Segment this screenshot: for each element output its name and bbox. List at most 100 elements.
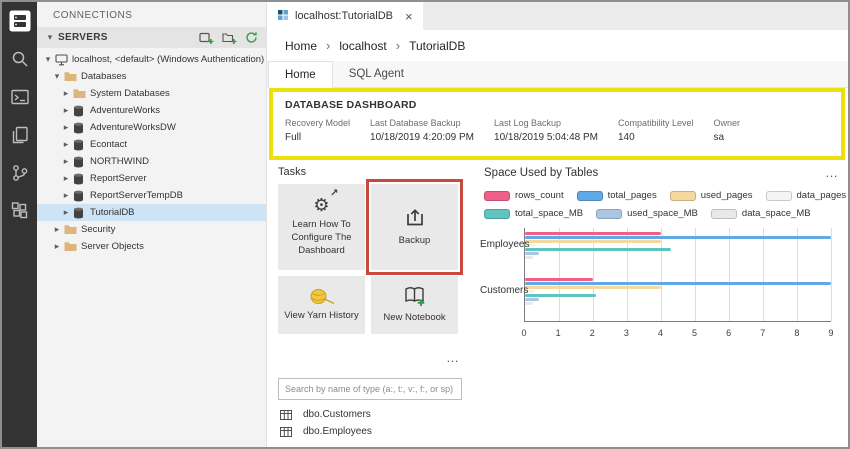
field-label: Last Database Backup	[370, 118, 474, 128]
list-item-dbo-customers[interactable]: dbo.Customers	[278, 406, 462, 423]
task-label: Backup	[399, 235, 431, 248]
folder-icon	[73, 88, 90, 99]
chevron-right-icon[interactable]: ▸	[61, 122, 71, 133]
list-item-dbo-employees[interactable]: dbo.Employees	[278, 423, 462, 440]
bar-total-space-mb	[525, 248, 671, 251]
dashboard-icon	[277, 9, 289, 24]
ellipsis-menu-icon[interactable]: …	[446, 350, 460, 365]
search-icon[interactable]	[2, 40, 37, 78]
object-list: dbo.Customersdbo.Employees	[278, 406, 462, 440]
close-icon[interactable]: ×	[405, 10, 413, 23]
tree-item-label: AdventureWorksDW	[90, 122, 176, 133]
task-view-yarn-history[interactable]: View Yarn History	[278, 276, 365, 334]
legend-used-space-mb: used_space_MB	[596, 208, 698, 219]
bar-rows-count	[525, 278, 593, 281]
task-backup[interactable]: Backup	[371, 184, 458, 270]
dashboard-field-last-database-backup: Last Database Backup 10/18/2019 4:20:09 P…	[370, 118, 474, 143]
tree-item-label: Security	[81, 224, 115, 235]
legend-swatch	[596, 209, 622, 219]
x-tick: 3	[624, 328, 629, 338]
x-tick: 4	[658, 328, 663, 338]
chevron-right-icon[interactable]: ▸	[61, 173, 71, 184]
tree-item-label: localhost, <default> (Windows Authentica…	[72, 54, 264, 65]
tree-item-localhost-default-windows-authentication[interactable]: ▾ localhost, <default> (Windows Authentic…	[37, 51, 266, 68]
tree-item-adventureworks[interactable]: ▸ AdventureWorks	[37, 102, 266, 119]
field-label: Last Log Backup	[494, 118, 598, 128]
tree-item-adventureworksdw[interactable]: ▸ AdventureWorksDW	[37, 119, 266, 136]
tree-item-security[interactable]: ▸ Security	[37, 221, 266, 238]
tree-item-reportservertempdb[interactable]: ▸ReportServerTempDB	[37, 187, 266, 204]
legend-total-space-mb: total_space_MB	[484, 208, 583, 219]
new-server-group-icon[interactable]	[222, 31, 237, 45]
tab-sql-agent[interactable]: SQL Agent	[333, 61, 420, 87]
task-new-notebook[interactable]: New Notebook	[371, 276, 458, 334]
chevron-right-icon[interactable]: ▸	[52, 224, 62, 235]
bar-data-space-mb	[525, 256, 533, 259]
sidebar: CONNECTIONS ▾ SERVERS ▾localhost, <defau…	[37, 2, 267, 447]
servers-section-header[interactable]: ▾ SERVERS	[37, 27, 266, 48]
task-learn-how-to-configure-the-dashboard[interactable]: ⚙↗Learn How To Configure The Dashboard	[278, 184, 365, 270]
x-tick: 7	[760, 328, 765, 338]
legend-label: data_pages	[797, 190, 847, 201]
editor-tab[interactable]: localhost:TutorialDB ×	[267, 2, 423, 30]
task-label: View Yarn History	[284, 310, 358, 323]
search-input[interactable]	[278, 378, 462, 400]
legend-data-pages: data_pages	[766, 190, 847, 201]
refresh-icon[interactable]	[245, 31, 258, 44]
chevron-right-icon[interactable]: ▸	[61, 105, 71, 116]
tree-item-databases[interactable]: ▾Databases	[37, 68, 266, 85]
tree-item-server-objects[interactable]: ▸Server Objects	[37, 238, 266, 255]
chevron-right-icon[interactable]: ▸	[61, 207, 71, 218]
tree-item-label: TutorialDB	[90, 207, 135, 218]
space-used-chart: EmployeesCustomers0123456789	[470, 226, 843, 338]
chevron-right-icon[interactable]: ▸	[61, 156, 71, 167]
chevron-right-icon[interactable]: ▸	[61, 88, 71, 99]
x-tick: 8	[794, 328, 799, 338]
tree-item-tutorialdb[interactable]: ▸ TutorialDB	[37, 204, 266, 221]
legend-label: used_space_MB	[627, 208, 698, 219]
dashboard-field-compatibility-level: Compatibility Level140	[618, 118, 694, 143]
dashboard-field-last-log-backup: Last Log Backup10/18/2019 5:04:48 PM	[494, 118, 598, 143]
extensions-icon[interactable]	[2, 192, 37, 230]
chevron-down-icon[interactable]: ▾	[43, 54, 53, 65]
gridline	[831, 228, 832, 321]
bar-used-pages	[525, 286, 661, 289]
field-label: Recovery Model	[285, 118, 350, 128]
new-connection-icon[interactable]	[199, 31, 214, 45]
editor-tab-title: localhost:TutorialDB	[295, 10, 393, 22]
breadcrumb-item-home[interactable]: Home	[285, 39, 317, 53]
tree-item-reportserver[interactable]: ▸ReportServer	[37, 170, 266, 187]
dashboard-field-recovery-model: Recovery Model Full	[285, 118, 350, 143]
terminal-icon[interactable]	[2, 78, 37, 116]
category-label-customers: Customers	[480, 285, 528, 296]
notebooks-icon[interactable]	[2, 116, 37, 154]
chevron-right-icon[interactable]: ▸	[52, 241, 62, 252]
connections-icon[interactable]	[2, 2, 37, 40]
legend-label: data_space_MB	[742, 208, 811, 219]
breadcrumb: Home›localhost›TutorialDB	[267, 30, 848, 61]
tree-item-label: AdventureWorks	[90, 105, 160, 116]
chevron-right-icon[interactable]: ▸	[61, 139, 71, 150]
legend-total-pages: total_pages	[577, 190, 657, 201]
tree-item-system-databases[interactable]: ▸System Databases	[37, 85, 266, 102]
breadcrumb-item-localhost[interactable]: localhost	[339, 39, 386, 53]
chevron-right-icon[interactable]: ▸	[61, 190, 71, 201]
bar-used-space-mb	[525, 252, 539, 255]
source-control-icon[interactable]	[2, 154, 37, 192]
field-value: Full	[285, 132, 350, 143]
database-icon	[73, 139, 90, 151]
ellipsis-menu-icon[interactable]: …	[825, 166, 839, 179]
field-label: Owner	[714, 118, 741, 128]
database-icon	[73, 122, 90, 134]
breadcrumb-item-tutorialdb[interactable]: TutorialDB	[409, 39, 465, 53]
tree-item-label: NORTHWIND	[90, 156, 149, 167]
tree-item-label: Econtact	[90, 139, 127, 150]
bar-total-space-mb	[525, 294, 596, 297]
chevron-down-icon[interactable]: ▾	[52, 71, 62, 82]
tab-home[interactable]: Home	[268, 61, 333, 88]
field-value: 10/18/2019 4:20:09 PM	[370, 132, 474, 143]
tree-item-econtact[interactable]: ▸ Econtact	[37, 136, 266, 153]
tree-item-northwind[interactable]: ▸ NORTHWIND	[37, 153, 266, 170]
app-window: CONNECTIONS ▾ SERVERS ▾localhost, <defau…	[0, 0, 850, 449]
chevron-right-icon: ›	[326, 38, 330, 53]
